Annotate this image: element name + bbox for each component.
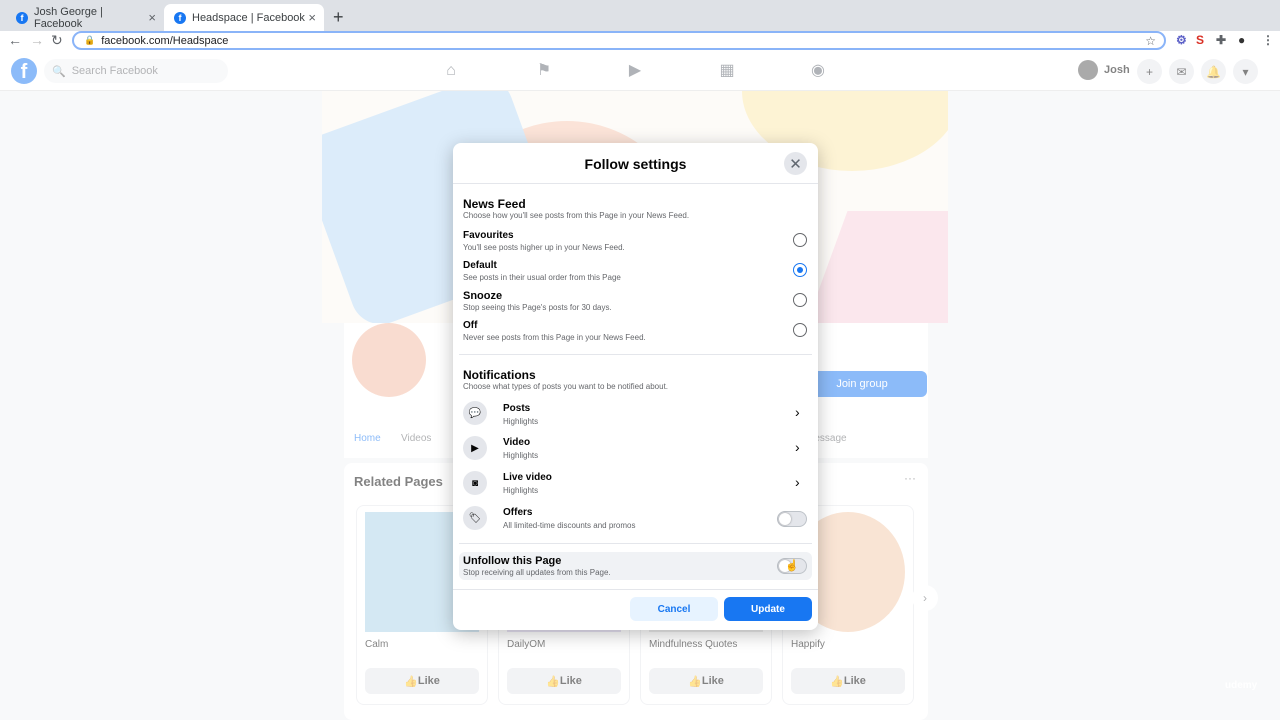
live-video-icon: ◙ (463, 471, 487, 495)
browser-tab-2[interactable]: f Headspace | Facebook × (164, 4, 324, 31)
video-icon: ▶ (463, 436, 487, 460)
reload-icon[interactable]: ↻ (51, 32, 63, 49)
extension-s-icon[interactable]: S (1196, 33, 1204, 47)
unfollow-desc: Stop receiving all updates from this Pag… (463, 568, 611, 577)
facebook-favicon-icon: f (16, 11, 28, 24)
address-bar: ← → ↻ 🔒 facebook.com/Headspace ☆ ⚙ S ✚ ●… (0, 31, 1280, 51)
notifications-subtitle: Choose what types of posts you want to b… (463, 382, 669, 391)
notif-posts-desc: Highlights (503, 417, 539, 426)
url-text: facebook.com/Headspace (101, 34, 229, 47)
chevron-right-icon[interactable]: › (795, 439, 800, 455)
cancel-button[interactable]: Cancel (630, 597, 718, 621)
browser-tabbar: f Josh George | Facebook × f Headspace |… (0, 0, 1280, 31)
close-icon[interactable]: ✕ (784, 152, 807, 175)
notif-posts-label[interactable]: Posts (503, 403, 530, 414)
radio-default[interactable] (793, 263, 807, 277)
extension-icon[interactable]: ⚙ (1176, 33, 1187, 47)
offers-icon: 🏷 (463, 506, 487, 530)
unfollow-row[interactable]: Unfollow this Page Stop receiving all up… (459, 552, 812, 580)
tab-close-icon[interactable]: × (308, 10, 316, 25)
news-feed-subtitle: Choose how you'll see posts from this Pa… (463, 211, 690, 220)
url-input[interactable]: 🔒 facebook.com/Headspace ☆ (72, 31, 1166, 50)
extensions-puzzle-icon[interactable]: ✚ (1216, 33, 1226, 47)
facebook-favicon-icon: f (174, 11, 186, 24)
notif-offers-label: Offers (503, 507, 533, 518)
option-favourites-desc: You'll see posts higher up in your News … (463, 243, 625, 252)
divider (459, 543, 812, 544)
option-off-label: Off (463, 320, 478, 331)
posts-icon: 💬 (463, 401, 487, 425)
option-snooze-label: Snooze (463, 290, 503, 302)
back-icon[interactable]: ← (8, 32, 22, 48)
notif-offers-desc: All limited-time discounts and promos (503, 521, 636, 530)
notif-live-video-desc: Highlights (503, 486, 539, 495)
new-tab-icon[interactable]: + (333, 7, 344, 28)
follow-settings-dialog: Follow settings ✕ News Feed Choose how y… (453, 143, 818, 630)
notifications-title: Notifications (463, 368, 536, 382)
radio-off[interactable] (793, 323, 807, 337)
radio-snooze[interactable] (793, 293, 807, 307)
option-snooze-desc: Stop seeing this Page's posts for 30 day… (463, 303, 612, 312)
radio-favourites[interactable] (793, 233, 807, 247)
option-default-label: Default (463, 260, 497, 271)
notif-video-desc: Highlights (503, 451, 539, 460)
udemy-watermark: udemy (1225, 680, 1258, 691)
bookmark-star-icon[interactable]: ☆ (1145, 34, 1156, 48)
option-default-desc: See posts in their usual order from this… (463, 273, 621, 282)
notif-video-label[interactable]: Video (503, 437, 530, 448)
divider (459, 354, 812, 355)
lock-icon: 🔒 (84, 35, 96, 45)
chevron-right-icon[interactable]: › (795, 404, 800, 420)
tab-title: Josh George | Facebook (33, 5, 103, 30)
option-favourites-label: Favourites (463, 230, 514, 241)
offers-toggle[interactable] (777, 511, 807, 527)
notif-live-video-label[interactable]: Live video (503, 472, 552, 483)
forward-icon[interactable]: → (30, 32, 44, 48)
option-off-desc: Never see posts from this Page in your N… (463, 333, 646, 342)
dialog-title: Follow settings (584, 156, 687, 172)
unfollow-label: Unfollow this Page (463, 555, 562, 567)
browser-menu-icon[interactable]: ⋮ (1262, 33, 1274, 47)
chevron-right-icon[interactable]: › (795, 474, 800, 490)
dialog-header: Follow settings ✕ (453, 143, 818, 184)
tab-close-icon[interactable]: × (148, 10, 156, 25)
tab-title: Headspace | Facebook (192, 11, 305, 24)
browser-tab-1[interactable]: f Josh George | Facebook × (6, 4, 164, 31)
update-button[interactable]: Update (724, 597, 812, 621)
hand-cursor-icon: ☝ (785, 560, 799, 572)
news-feed-title: News Feed (463, 197, 526, 211)
profile-avatar-icon[interactable]: ● (1238, 33, 1245, 47)
dialog-footer-divider (453, 589, 818, 590)
